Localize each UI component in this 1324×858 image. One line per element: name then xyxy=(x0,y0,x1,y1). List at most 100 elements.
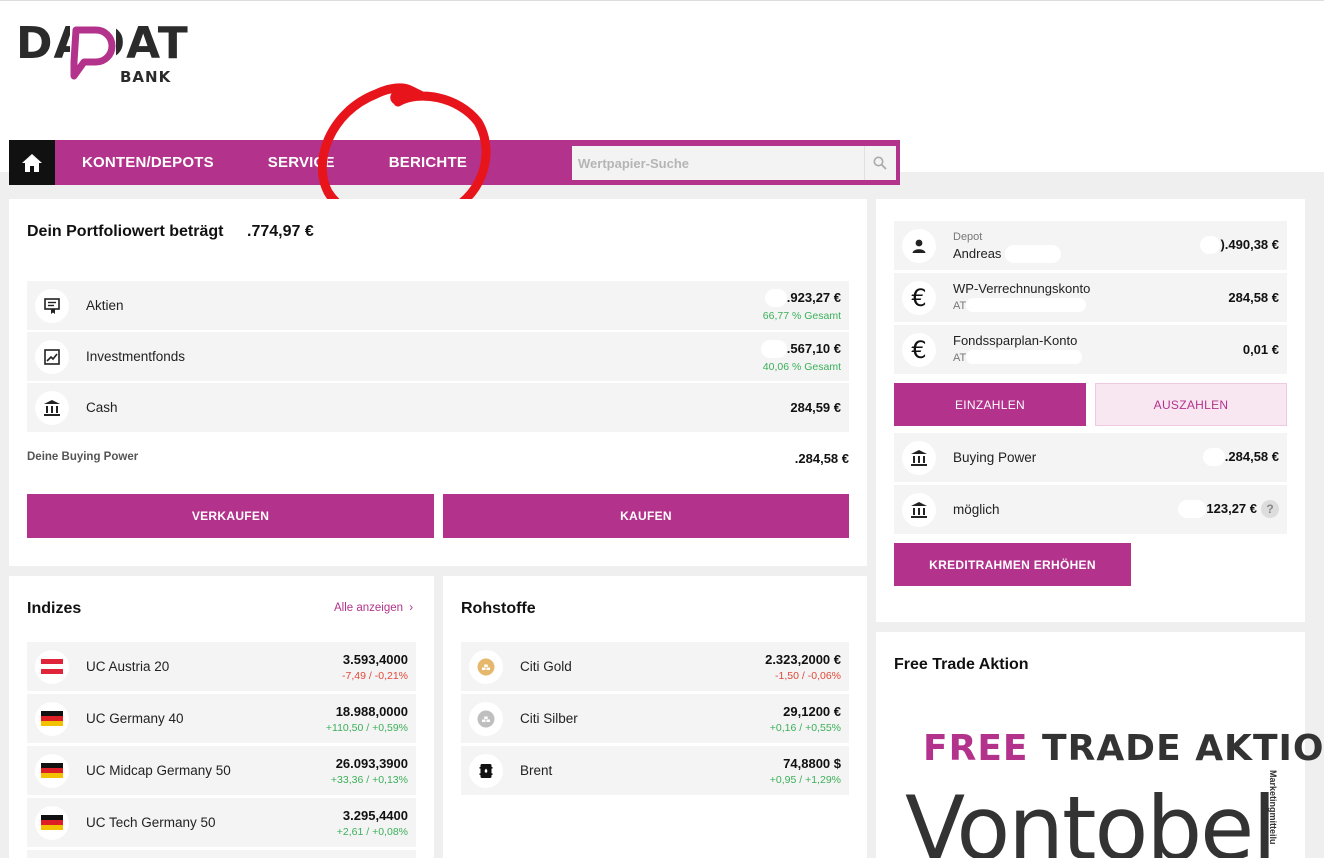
chevron-right-icon: › xyxy=(409,602,414,614)
redacted-mark xyxy=(966,349,1083,364)
portfolio-row-investmentfonds[interactable]: Investmentfonds .567,10 € 40,06 % Gesamt xyxy=(27,332,849,381)
commodity-values: 2.323,2000 € -1,50 / -0,06% xyxy=(765,652,841,682)
commodity-change: -1,50 / -0,06% xyxy=(775,669,841,682)
redacted-mark xyxy=(764,288,787,307)
nav-konten-depots[interactable]: KONTEN/DEPOTS xyxy=(55,140,241,185)
main-nav: KONTEN/DEPOTS SERVICE BERICHTE xyxy=(9,140,900,185)
index-values: 3.593,4000 -7,49 / -0,21% xyxy=(342,652,408,682)
buying-power-label: Deine Buying Power xyxy=(27,451,139,463)
commodity-row[interactable]: Citi Silber 29,1200 € +0,16 / +0,55% xyxy=(461,694,849,743)
euro-icon: € xyxy=(902,280,936,315)
commodity-values: 29,1200 € +0,16 / +0,55% xyxy=(770,704,841,734)
possible-values: 123,27 €? xyxy=(1178,500,1279,519)
account-depot[interactable]: Depot Andreas ).490,38 € xyxy=(894,221,1287,270)
commodity-name: Brent xyxy=(520,763,553,778)
redacted-mark xyxy=(966,297,1087,312)
index-row[interactable]: UC Germany 40 18.988,0000 +110,50 / +0,5… xyxy=(27,694,416,743)
promo-banner-headline[interactable]: FREE TRADE AKTION xyxy=(923,728,1324,769)
commodity-name: Citi Silber xyxy=(520,711,578,726)
investmentfonds-label: Investmentfonds xyxy=(86,349,186,364)
cash-amount: 284,59 € xyxy=(790,399,841,415)
buy-button[interactable]: KAUFEN xyxy=(443,494,849,538)
index-values: 26.093,3900 +33,36 / +0,13% xyxy=(331,756,408,786)
fonds-values: 0,01 € xyxy=(1243,341,1279,359)
person-icon xyxy=(902,228,936,263)
commodity-value: 29,1200 € xyxy=(783,703,841,719)
cash-label: Cash xyxy=(86,400,118,415)
sell-button[interactable]: VERKAUFEN xyxy=(27,494,434,538)
bank-icon xyxy=(35,390,69,425)
possible-label: möglich xyxy=(953,502,1000,517)
home-button[interactable] xyxy=(9,140,55,185)
commodity-row[interactable]: Citi Gold 2.323,2000 € -1,50 / -0,06% xyxy=(461,642,849,691)
account-buying-power-amount: .284,58 € xyxy=(1224,449,1279,465)
wp-account-name: WP-Verrechnungskonto xyxy=(953,281,1091,296)
index-row[interactable]: UC Midcap Germany 50 26.093,3900 +33,36 … xyxy=(27,746,416,795)
commodity-change: +0,16 / +0,55% xyxy=(769,721,841,734)
chart-trend-icon xyxy=(35,339,69,374)
index-change: +110,50 / +0,59% xyxy=(325,721,408,734)
silver-bars-icon xyxy=(469,701,503,736)
commodity-value: 2.323,2000 € xyxy=(765,651,841,667)
aktien-values: .923,27 € 66,77 % Gesamt xyxy=(763,288,841,322)
withdraw-button[interactable]: AUSZAHLEN xyxy=(1095,383,1287,426)
account-buying-power-label: Buying Power xyxy=(953,450,1037,465)
index-row[interactable]: UC Tech Germany 50 3.295,4400 +2,61 / +0… xyxy=(27,798,416,847)
germany-flag-icon xyxy=(35,753,69,788)
account-wp-verrechnung[interactable]: € WP-Verrechnungskonto AT 284,58 € xyxy=(894,273,1287,322)
dadat-logo[interactable]: DADAT BANK xyxy=(16,22,188,90)
portfolio-row-cash[interactable]: Cash 284,59 € xyxy=(27,383,849,432)
commodity-values: 74,8800 $ +0,95 / +1,29% xyxy=(770,756,841,786)
vontobel-logo[interactable]: Vontobel xyxy=(905,784,1277,858)
index-row[interactable]: UC Austria 20 3.593,4000 -7,49 / -0,21% xyxy=(27,642,416,691)
portfolio-row-aktien[interactable]: Aktien .923,27 € 66,77 % Gesamt xyxy=(27,281,849,330)
aktien-label: Aktien xyxy=(86,298,124,313)
fonds-info: Fondssparplan-Konto AT xyxy=(953,333,1083,366)
depot-amount: ).490,38 € xyxy=(1220,237,1279,253)
index-name: UC Austria 20 xyxy=(86,659,170,674)
search-button[interactable] xyxy=(864,146,894,180)
search-icon xyxy=(873,156,887,170)
nav-service[interactable]: SERVICE xyxy=(241,140,362,185)
stock-certificate-icon xyxy=(35,288,69,323)
redacted-mark xyxy=(1005,244,1062,263)
nav-berichte[interactable]: BERICHTE xyxy=(362,140,494,185)
security-search-input[interactable] xyxy=(572,146,864,180)
bank-icon xyxy=(902,440,936,475)
commodity-change: +0,95 / +1,29% xyxy=(769,773,841,786)
commodity-value: 74,8800 $ xyxy=(783,755,841,771)
index-name: UC Germany 40 xyxy=(86,711,184,726)
index-name: UC Tech Germany 50 xyxy=(86,815,216,830)
account-fondssparplan[interactable]: € Fondssparplan-Konto AT 0,01 € xyxy=(894,325,1287,374)
index-values: 3.295,4400 +2,61 / +0,08% xyxy=(337,808,408,838)
cash-values: 284,59 € xyxy=(790,399,841,417)
redacted-mark xyxy=(760,339,787,358)
investmentfonds-values: .567,10 € 40,06 % Gesamt xyxy=(760,339,841,374)
portfolio-title: Dein Portfoliowert beträgt xyxy=(27,223,224,240)
investmentfonds-share: 40,06 % Gesamt xyxy=(762,361,841,374)
depot-type: Depot xyxy=(953,230,983,243)
promo-free: FREE xyxy=(923,728,1029,769)
index-values: 18.988,0000 +110,50 / +0,59% xyxy=(326,704,408,734)
germany-flag-icon xyxy=(35,701,69,736)
security-search xyxy=(572,146,896,180)
show-all-link[interactable]: Alle anzeigen › xyxy=(334,602,413,614)
promo-title: Free Trade Aktion xyxy=(894,656,1029,673)
commodity-name: Citi Gold xyxy=(520,659,572,674)
help-icon[interactable]: ? xyxy=(1261,500,1279,519)
wp-values: 284,58 € xyxy=(1228,289,1279,307)
deposit-button[interactable]: EINZAHLEN xyxy=(894,383,1086,426)
account-possible: möglich 123,27 €? xyxy=(894,485,1287,534)
commodity-row[interactable]: Brent 74,8800 $ +0,95 / +1,29% xyxy=(461,746,849,795)
logo-subtext: BANK xyxy=(120,68,172,86)
redacted-mark xyxy=(1200,236,1221,255)
commodities-title: Rohstoffe xyxy=(461,600,536,617)
promo-marketing-note: Marketingmitteilu xyxy=(1268,770,1278,845)
germany-flag-icon xyxy=(35,805,69,840)
increase-credit-button[interactable]: KREDITRAHMEN ERHÖHEN xyxy=(894,543,1131,586)
index-change: +2,61 / +0,08% xyxy=(336,825,408,838)
depot-owner: Andreas xyxy=(953,245,1002,261)
redacted-mark xyxy=(1178,500,1207,519)
show-all-label: Alle anzeigen xyxy=(334,602,404,614)
wp-amount: 284,58 € xyxy=(1228,289,1279,305)
